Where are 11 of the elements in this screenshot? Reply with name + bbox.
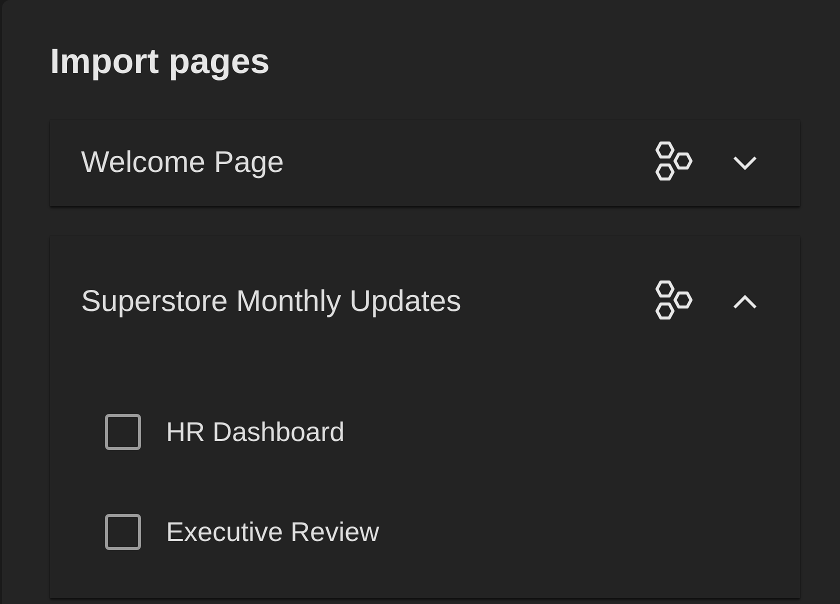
checkbox[interactable] [105, 414, 141, 450]
chevron-down-icon[interactable] [733, 156, 757, 170]
hexagons-icon[interactable] [655, 280, 693, 320]
checkbox-label: Executive Review [166, 516, 380, 549]
chevron-up-icon[interactable] [733, 295, 757, 309]
page-title: Superstore Monthly Updates [81, 284, 462, 320]
checkbox-label: HR Dashboard [166, 416, 345, 449]
hexagons-icon[interactable] [655, 141, 693, 181]
dialog-title: Import pages [50, 41, 270, 83]
page-title: Welcome Page [81, 145, 284, 181]
checkbox[interactable] [105, 514, 141, 550]
